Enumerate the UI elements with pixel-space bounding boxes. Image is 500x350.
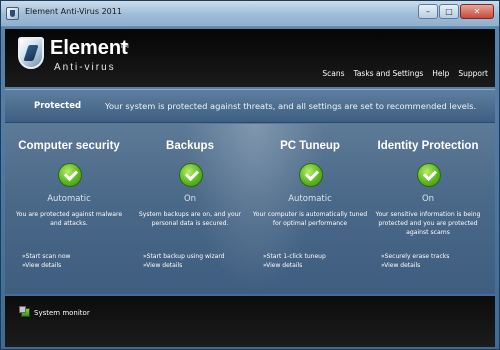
column-links: »Start backup using wizard »View details — [143, 252, 225, 270]
status-banner: Protected Your system is protected again… — [5, 89, 495, 123]
view-details-link[interactable]: »View details — [22, 261, 70, 270]
footer: System monitor — [5, 296, 495, 347]
maximize-button[interactable]: □ — [439, 4, 459, 19]
column-description: Your sensitive information is being prot… — [375, 211, 481, 236]
top-nav: Scans Tasks and Settings Help Support — [322, 69, 488, 78]
app-window: Element Anti-Virus 2011 – □ ✕ Element TM… — [0, 0, 500, 350]
nav-tasks-and-settings[interactable]: Tasks and Settings — [354, 69, 424, 78]
window-controls: – □ ✕ — [418, 4, 494, 19]
column-description: You are protected against malware and at… — [15, 211, 123, 227]
column-description: Your computer is automatically tuned for… — [252, 211, 368, 227]
brand-trademark: TM — [120, 43, 129, 50]
start-tuneup-link[interactable]: »Start 1-click tuneup — [263, 252, 326, 261]
system-monitor-icon[interactable] — [19, 306, 30, 317]
column-state: Automatic — [47, 194, 91, 204]
title-bar[interactable]: Element Anti-Virus 2011 – □ ✕ — [1, 1, 499, 27]
app-shield-icon — [6, 7, 19, 20]
column-links: »Start scan now »View details — [22, 252, 70, 270]
view-details-link[interactable]: »View details — [143, 261, 225, 270]
view-details-link[interactable]: »View details — [263, 261, 326, 270]
system-monitor-link[interactable]: System monitor — [34, 309, 90, 317]
logo-shield-icon — [18, 37, 44, 69]
status-message: Your system is protected against threats… — [105, 101, 477, 111]
check-icon — [58, 163, 82, 187]
column-links: »Securely erase tracks »View details — [381, 252, 449, 270]
window-title: Element Anti-Virus 2011 — [25, 7, 122, 16]
column-title: Backups — [166, 140, 214, 152]
protection-panel: Computer security Automatic You are prot… — [5, 124, 495, 294]
column-description: System backups are on, and your personal… — [138, 211, 242, 227]
nav-support[interactable]: Support — [458, 69, 488, 78]
status-label: Protected — [34, 101, 82, 111]
column-state: On — [421, 194, 435, 204]
header: Element TM Anti-virus Scans Tasks and Se… — [5, 29, 495, 87]
close-button[interactable]: ✕ — [460, 4, 494, 19]
column-title: PC Tuneup — [280, 140, 340, 152]
view-details-link[interactable]: »View details — [381, 261, 449, 270]
check-icon — [417, 163, 441, 187]
check-icon — [299, 163, 323, 187]
column-pc-tuneup: PC Tuneup Automatic Your computer is aut… — [249, 124, 371, 294]
start-scan-link[interactable]: »Start scan now — [22, 252, 70, 261]
column-computer-security: Computer security Automatic You are prot… — [8, 124, 130, 294]
column-state: On — [183, 194, 197, 204]
column-state: Automatic — [288, 194, 332, 204]
column-title: Identity Protection — [377, 140, 479, 152]
column-identity-protection: Identity Protection On Your sensitive in… — [367, 124, 489, 294]
check-icon — [179, 163, 203, 187]
erase-tracks-link[interactable]: »Securely erase tracks — [381, 252, 449, 261]
column-title: Computer security — [18, 140, 120, 152]
column-backups: Backups On System backups are on, and yo… — [129, 124, 251, 294]
brand-name: Element — [50, 37, 128, 59]
minimize-button[interactable]: – — [418, 4, 438, 19]
start-backup-link[interactable]: »Start backup using wizard — [143, 252, 225, 261]
column-links: »Start 1-click tuneup »View details — [263, 252, 326, 270]
nav-help[interactable]: Help — [432, 69, 449, 78]
brand-subtitle: Anti-virus — [54, 62, 116, 73]
nav-scans[interactable]: Scans — [322, 69, 344, 78]
